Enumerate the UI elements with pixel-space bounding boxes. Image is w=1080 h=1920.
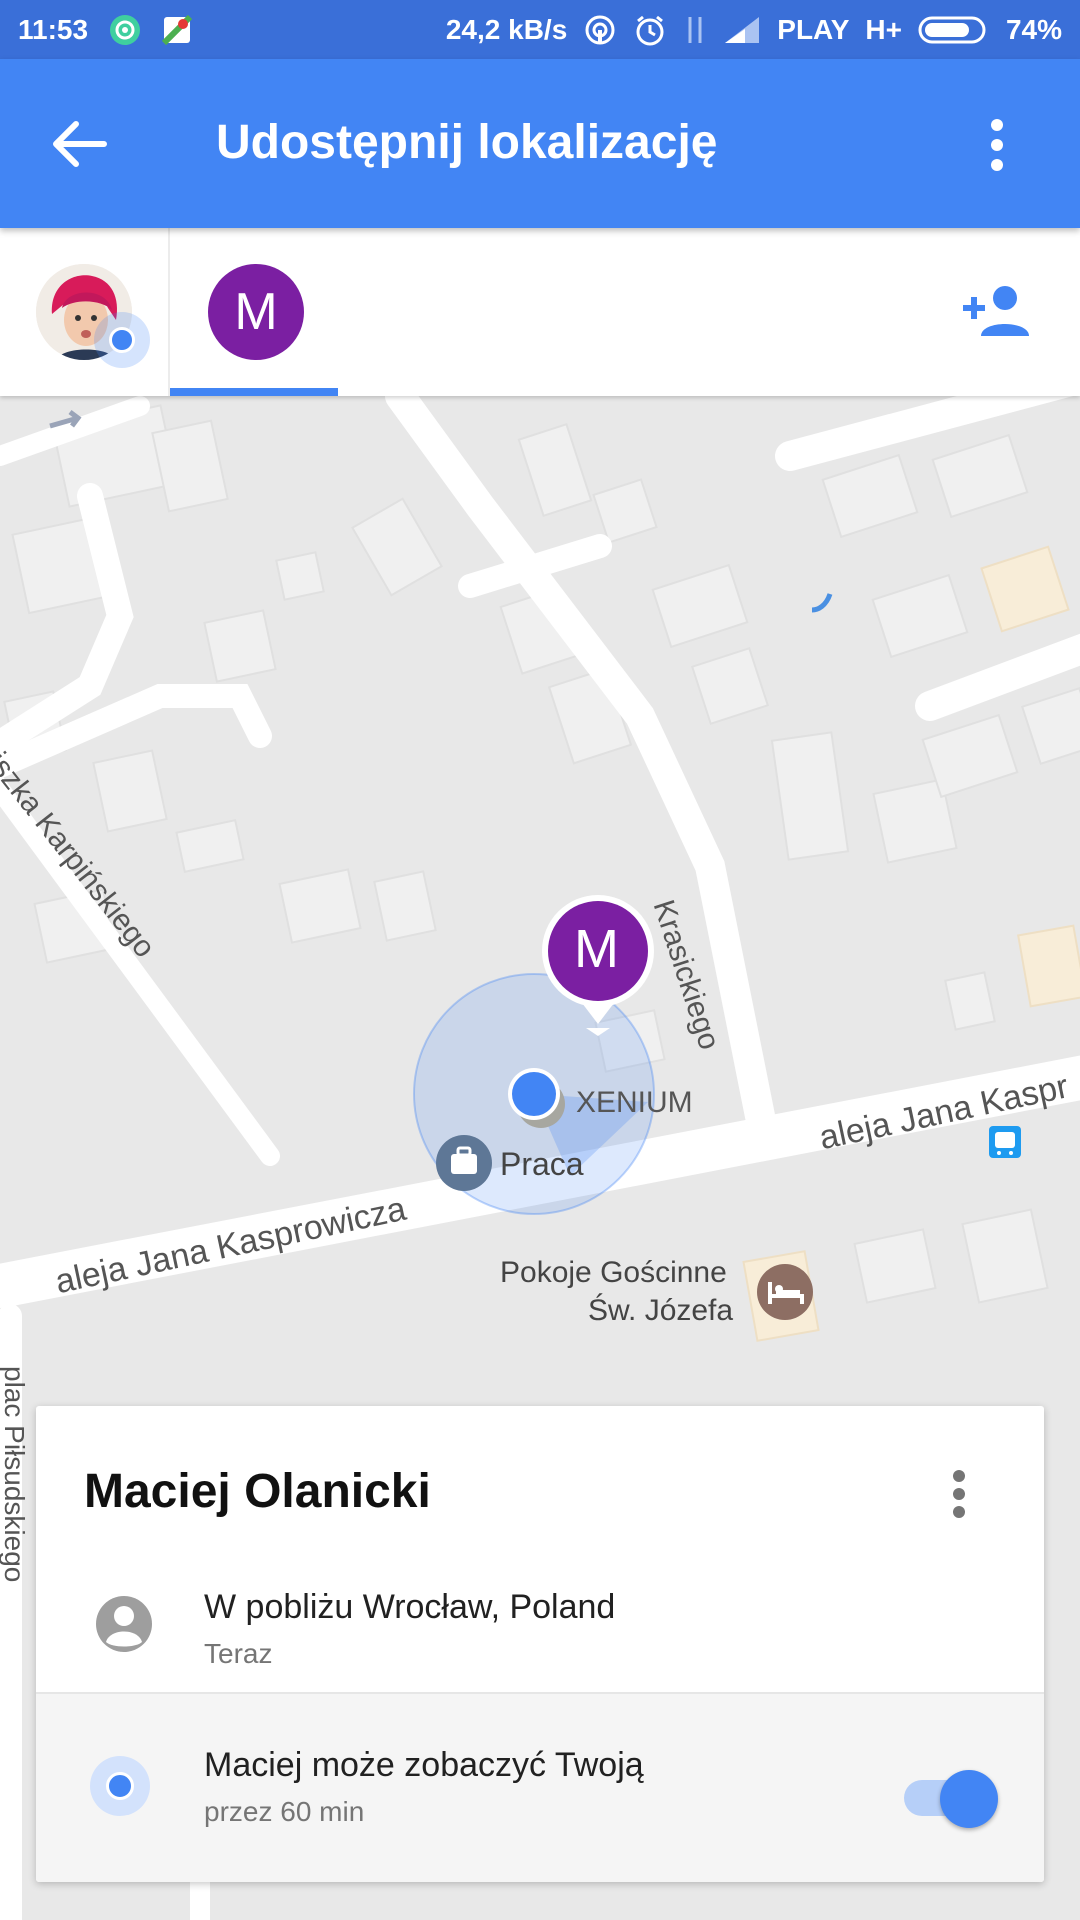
place-label-hotel-line1[interactable]: Pokoje Gościnne bbox=[500, 1256, 727, 1290]
status-speed: 24,2 kB/s bbox=[445, 13, 568, 45]
status-bar: 11:53 24,2 kB/s PLAY H+ 74% bbox=[0, 0, 1080, 59]
people-tabs: M bbox=[0, 228, 1080, 396]
place-label-xenium: XENIUM bbox=[576, 1086, 693, 1119]
more-vert-icon bbox=[953, 1470, 965, 1518]
alarm-icon bbox=[633, 13, 667, 47]
hotspot-icon bbox=[583, 13, 617, 47]
status-battery: 74% bbox=[1005, 13, 1062, 45]
status-carrier: PLAY bbox=[777, 13, 850, 45]
person-card: Maciej Olanicki W pobliżu Wrocław, Polan… bbox=[36, 1406, 1044, 1882]
location-text: W pobliżu Wrocław, Poland bbox=[204, 1588, 616, 1626]
person-add-icon bbox=[963, 286, 1029, 336]
person-m-avatar: M bbox=[208, 264, 304, 360]
add-person-button[interactable] bbox=[956, 276, 1036, 346]
sharing-location-dot-icon bbox=[90, 1756, 150, 1816]
status-time: 11:53 bbox=[18, 13, 89, 45]
person-location-icon bbox=[96, 1596, 152, 1652]
marker-m-initial[interactable]: M bbox=[574, 918, 619, 980]
sharing-text: Maciej może zobaczyć Twoją bbox=[204, 1746, 644, 1784]
vpn-icon bbox=[108, 13, 142, 47]
sharing-toggle[interactable] bbox=[900, 1766, 998, 1828]
arrow-back-icon bbox=[53, 121, 107, 167]
page-title: Udostępnij lokalizację bbox=[216, 116, 718, 169]
sharing-row: Maciej może zobaczyć Twoją przez 60 min bbox=[36, 1692, 1044, 1882]
card-overflow-button[interactable] bbox=[939, 1464, 979, 1524]
tab-selected-indicator bbox=[170, 388, 338, 396]
status-network: H+ bbox=[865, 13, 902, 45]
data-arrows-icon bbox=[683, 13, 707, 47]
tab-person-m[interactable]: M bbox=[170, 228, 338, 396]
battery-icon bbox=[918, 15, 990, 45]
overflow-menu-button[interactable] bbox=[975, 115, 1019, 175]
self-avatar-button[interactable] bbox=[36, 264, 150, 368]
place-label-hotel-line2[interactable]: Św. Józefa bbox=[588, 1294, 733, 1328]
signal-icon bbox=[723, 15, 761, 45]
app-bar: Udostępnij lokalizację bbox=[0, 59, 1080, 228]
back-button[interactable] bbox=[50, 114, 110, 174]
place-label-praca[interactable]: Praca bbox=[500, 1146, 584, 1183]
maps-notification-icon bbox=[162, 14, 193, 45]
location-time: Teraz bbox=[204, 1638, 273, 1669]
more-vert-icon bbox=[991, 119, 1003, 171]
self-location-dot bbox=[94, 312, 150, 368]
location-row[interactable]: W pobliżu Wrocław, Poland Teraz bbox=[36, 1556, 1044, 1696]
person-name: Maciej Olanicki bbox=[84, 1465, 431, 1518]
sharing-duration: przez 60 min bbox=[204, 1796, 365, 1827]
street-label-pilsudskiego: plac Piłsudskiego bbox=[0, 1366, 30, 1583]
